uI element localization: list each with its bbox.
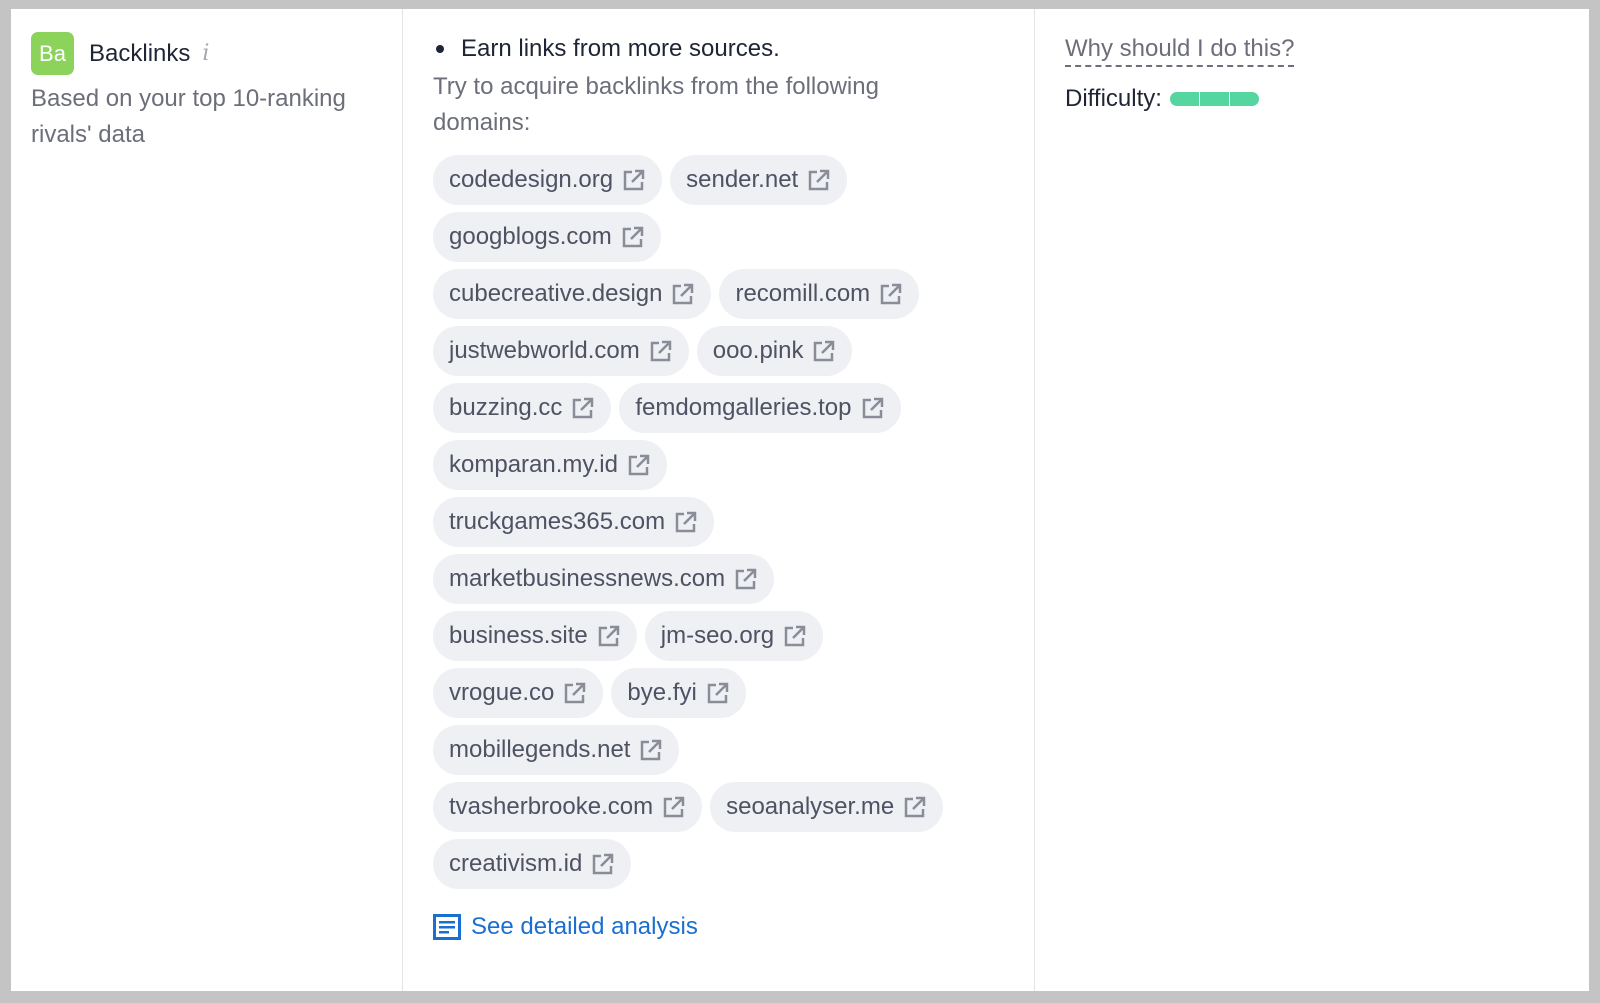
document-icon [433,914,461,940]
domain-name: codedesign.org [449,166,614,193]
domain-chip[interactable]: jm-seo.org [644,611,824,661]
external-link-icon [673,283,694,305]
task-description: Try to acquire backlinks from the follow… [433,73,879,136]
domain-chip[interactable]: truckgames365.com [433,497,715,547]
domain-chip[interactable]: komparan.my.id [433,440,667,490]
difficulty-segment [1229,92,1259,106]
domain-name: sender.net [686,166,799,193]
external-link-icon [735,568,757,590]
domain-name: creativism.id [449,850,583,877]
info-column: Why should I do this? Difficulty: [1035,9,1589,991]
domain-row: googblogs.com [433,212,1034,262]
backlinks-card: Ba Backlinks i Based on your top 10-rank… [11,9,1589,991]
external-link-icon [784,625,806,647]
task-column: Earn links from more sources. Try to acq… [403,9,1035,991]
domain-chip[interactable]: marketbusinessnews.com [433,554,775,604]
domain-row: truckgames365.com [433,497,1034,547]
category-column: Ba Backlinks i Based on your top 10-rank… [11,9,403,991]
domain-row: cubecreative.design recomill.com [433,269,1034,319]
domain-chip[interactable]: vrogue.co [433,668,604,718]
difficulty-bar [1169,92,1260,106]
domain-row: justwebworld.com ooo.pink [433,326,1034,376]
domain-row: buzzing.cc femdomgalleries.top [433,383,1034,433]
external-link-icon [814,340,835,362]
domain-chip[interactable]: bye.fyi [611,668,746,718]
domain-chip[interactable]: googblogs.com [433,212,661,262]
domain-name: recomill.com [735,280,871,307]
domain-chip[interactable]: creativism.id [433,839,632,889]
domain-name: cubecreative.design [449,280,663,307]
domain-name: buzzing.cc [449,394,563,421]
external-link-icon [573,397,594,419]
domain-chip[interactable]: buzzing.cc [433,383,612,433]
difficulty-segment [1199,92,1229,106]
external-link-icon [675,511,697,533]
domain-row: codedesign.org sender.net [433,155,1034,205]
external-link-icon [628,454,650,476]
external-link-icon [641,739,662,761]
domain-row: business.site jm-seo.org [433,611,1034,661]
domain-row: creativism.id [433,839,1034,889]
domain-row: komparan.my.id [433,440,1034,490]
external-link-icon [650,340,671,362]
category-subtitle: Based on your top 10-ranking rivals' dat… [31,85,346,148]
domain-name: jm-seo.org [660,622,775,649]
task-bullet: Earn links from more sources. [433,35,1034,63]
external-link-icon [622,226,644,248]
external-link-icon [593,853,614,875]
domain-chip[interactable]: cubecreative.design [433,269,712,319]
difficulty-label: Difficulty: [1065,85,1162,112]
category-title: Backlinks [89,39,191,67]
domain-row: mobillegends.net [433,725,1034,775]
domain-name: tvasherbrooke.com [449,793,654,820]
domain-name: truckgames365.com [449,508,666,535]
domain-row: marketbusinessnews.com [433,554,1034,604]
external-link-icon [707,682,729,704]
domain-chip[interactable]: business.site [433,611,637,661]
difficulty-segment [1169,92,1199,106]
external-link-icon [904,796,926,818]
domain-name: justwebworld.com [449,337,640,364]
external-link-icon [663,796,685,818]
domain-chip[interactable]: seoanalyser.me [710,782,944,832]
category-header: Ba Backlinks i [31,32,382,75]
domain-chip[interactable]: recomill.com [719,269,920,319]
domain-name: femdomgalleries.top [635,394,852,421]
domain-name: business.site [449,622,588,649]
external-link-icon [598,625,619,647]
category-badge: Ba [31,32,74,75]
info-icon[interactable]: i [202,41,209,66]
domain-chip[interactable]: codedesign.org [433,155,663,205]
domain-name: ooo.pink [712,337,804,364]
external-link-icon [808,169,830,191]
domain-chip[interactable]: justwebworld.com [433,326,689,376]
see-detailed-analysis-link[interactable]: See detailed analysis [433,913,1034,941]
domain-chip[interactable]: femdomgalleries.top [619,383,901,433]
task-title: Earn links from more sources. [461,35,780,62]
bullet-dot [436,45,444,53]
domain-chip[interactable]: tvasherbrooke.com [433,782,703,832]
why-should-i-do-this-link[interactable]: Why should I do this? [1065,35,1295,67]
external-link-icon [880,283,902,305]
difficulty-indicator: Difficulty: [1065,85,1589,113]
external-link-icon [565,682,586,704]
domain-list: codedesign.org sender.net googblogs.com cub… [433,155,1034,896]
analysis-link-label: See detailed analysis [471,913,698,940]
domain-row: tvasherbrooke.com seoanalyser.me [433,782,1034,832]
domain-name: vrogue.co [449,679,555,706]
domain-name: googblogs.com [449,223,612,250]
external-link-icon [623,169,645,191]
domain-chip[interactable]: sender.net [670,155,848,205]
domain-name: bye.fyi [627,679,697,706]
domain-row: vrogue.co bye.fyi [433,668,1034,718]
domain-chip[interactable]: ooo.pink [696,326,853,376]
domain-name: seoanalyser.me [726,793,895,820]
domain-chip[interactable]: mobillegends.net [433,725,680,775]
domain-name: komparan.my.id [449,451,618,478]
domain-name: marketbusinessnews.com [449,565,726,592]
domain-name: mobillegends.net [449,736,631,763]
external-link-icon [862,397,883,419]
